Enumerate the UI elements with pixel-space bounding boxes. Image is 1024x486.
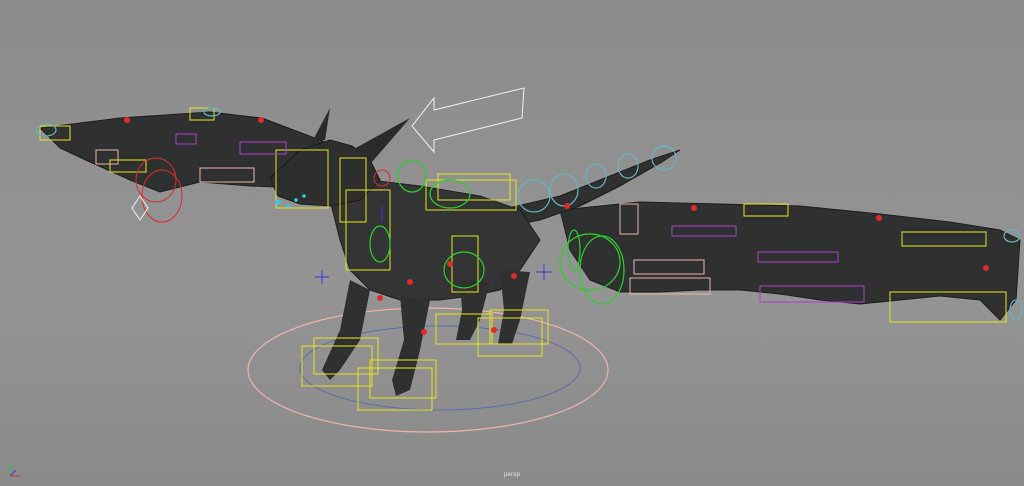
wing-diamond-locator[interactable] [131, 195, 149, 221]
arrow-left-icon[interactable] [411, 87, 525, 154]
left-horn-mesh[interactable] [312, 108, 330, 142]
back-left-leg-mesh[interactable] [456, 280, 490, 340]
3d-viewport[interactable]: persp [0, 0, 1024, 486]
front-right-leg-mesh[interactable] [392, 296, 430, 396]
dragon-rig-scene[interactable] [0, 0, 1024, 486]
camera-name-label: persp [503, 472, 520, 478]
back-right-leg-mesh[interactable] [498, 270, 530, 344]
front-left-leg-mesh[interactable] [322, 280, 370, 380]
